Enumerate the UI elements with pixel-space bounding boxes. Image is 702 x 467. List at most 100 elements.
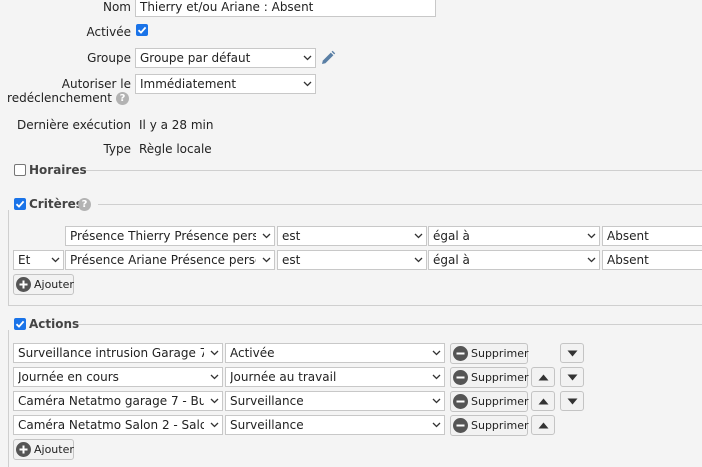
schedule-checkbox[interactable] (14, 164, 26, 176)
chevron-down-icon (428, 416, 444, 434)
triangle-up-icon (538, 422, 549, 429)
last-run-label: Dernière exécution (16, 118, 131, 132)
move-up-button[interactable] (531, 391, 555, 411)
criteria-attribute-select[interactable]: est (277, 250, 427, 270)
type-value: Règle locale (139, 142, 212, 156)
action-device-select[interactable]: Journée en cours (13, 367, 223, 387)
action-device-select[interactable]: Surveillance intrusion Garage 7 - Buande… (13, 343, 223, 363)
criteria-value-input[interactable]: Absent (602, 226, 702, 246)
name-input[interactable]: Thierry et/ou Ariane : Absent (135, 0, 436, 17)
chevron-down-icon (258, 227, 274, 245)
action-device-value: Surveillance intrusion Garage 7 - Buande… (18, 346, 204, 360)
action-delete-button[interactable]: Supprimer (450, 343, 529, 364)
action-delete-label: Supprimer (471, 419, 529, 432)
minus-circle-icon (453, 370, 468, 385)
action-value-select[interactable]: Surveillance (225, 391, 445, 411)
criteria-operator-value: égal à (433, 229, 470, 243)
type-label: Type (103, 142, 131, 156)
name-label: Nom (102, 0, 131, 14)
edit-pencil-icon[interactable] (320, 50, 336, 66)
action-device-select[interactable]: Caméra Netatmo Salon 2 - Salon (13, 415, 223, 435)
chevron-down-icon (428, 368, 444, 386)
criteria-checkbox[interactable] (14, 198, 26, 210)
criteria-connector-select[interactable]: Et (13, 250, 64, 270)
chevron-down-icon (299, 49, 315, 67)
move-down-button[interactable] (560, 343, 584, 363)
minus-circle-icon (453, 394, 468, 409)
retrigger-select-value: Immédiatement (140, 77, 237, 91)
chevron-down-icon (206, 344, 222, 362)
actions-checkbox[interactable] (14, 318, 26, 330)
move-down-button[interactable] (560, 391, 584, 411)
criteria-operator-value: égal à (433, 253, 470, 267)
chevron-down-icon (428, 344, 444, 362)
action-delete-button[interactable]: Supprimer (450, 391, 529, 412)
criteria-add-label: Ajouter (34, 278, 74, 291)
triangle-down-icon (567, 398, 578, 405)
chevron-down-icon (410, 251, 426, 269)
schedule-title: Horaires (29, 163, 87, 177)
action-value-select[interactable]: Surveillance (225, 415, 445, 435)
criteria-value-input[interactable]: Absent (602, 250, 702, 270)
retrigger-label-line1: Autoriser le (61, 77, 131, 91)
criteria-device-select[interactable]: Présence Ariane Présence personnelle (65, 250, 275, 270)
help-icon[interactable]: ? (78, 198, 91, 211)
minus-circle-icon (453, 418, 468, 433)
action-device-value: Journée en cours (18, 370, 119, 384)
check-icon (15, 200, 25, 208)
action-delete-button[interactable]: Supprimer (450, 415, 529, 436)
chevron-down-icon (428, 392, 444, 410)
criteria-attribute-value: est (282, 229, 301, 243)
group-select-value: Groupe par défaut (140, 51, 251, 65)
actions-left-border (8, 330, 9, 467)
action-value: Activée (230, 346, 275, 360)
criteria-operator-select[interactable]: égal à (428, 250, 600, 270)
group-label: Groupe (87, 51, 131, 65)
actions-title: Actions (29, 317, 80, 331)
action-delete-label: Supprimer (471, 347, 529, 360)
retrigger-select[interactable]: Immédiatement (135, 74, 316, 94)
action-device-value: Caméra Netatmo Salon 2 - Salon (18, 418, 204, 432)
action-delete-label: Supprimer (471, 395, 529, 408)
help-icon[interactable]: ? (116, 92, 129, 105)
chevron-down-icon (258, 251, 274, 269)
criteria-attribute-value: est (282, 253, 301, 267)
action-value-select[interactable]: Activée (225, 343, 445, 363)
group-select[interactable]: Groupe par défaut (135, 48, 316, 68)
actions-add-button[interactable]: Ajouter (13, 439, 74, 460)
plus-circle-icon (16, 277, 31, 292)
criteria-device-value: Présence Thierry Présence personnelle (70, 229, 256, 243)
triangle-down-icon (567, 350, 578, 357)
criteria-connector-value: Et (18, 253, 31, 267)
criteria-device-value: Présence Ariane Présence personnelle (70, 253, 256, 267)
last-run-value: Il y a 28 min (139, 118, 214, 132)
check-icon (137, 26, 147, 34)
criteria-left-border (8, 210, 9, 306)
chevron-down-icon (583, 251, 599, 269)
action-value: Surveillance (230, 394, 304, 408)
minus-circle-icon (453, 346, 468, 361)
criteria-device-select[interactable]: Présence Thierry Présence personnelle (65, 226, 275, 246)
chevron-down-icon (206, 416, 222, 434)
actions-add-label: Ajouter (34, 443, 74, 456)
chevron-down-icon (583, 227, 599, 245)
action-value: Journée au travail (230, 370, 337, 384)
move-down-button[interactable] (560, 367, 584, 387)
chevron-down-icon (206, 392, 222, 410)
action-delete-label: Supprimer (471, 371, 529, 384)
enabled-checkbox[interactable] (136, 24, 148, 36)
chevron-down-icon (47, 251, 63, 269)
criteria-operator-select[interactable]: égal à (428, 226, 600, 246)
schedule-divider (82, 170, 702, 171)
chevron-down-icon (206, 368, 222, 386)
move-up-button[interactable] (531, 367, 555, 387)
retrigger-label-line2: redéclenchement (7, 91, 112, 105)
action-delete-button[interactable]: Supprimer (450, 367, 529, 388)
move-up-button[interactable] (531, 415, 555, 435)
action-value-select[interactable]: Journée au travail (225, 367, 445, 387)
criteria-add-button[interactable]: Ajouter (13, 274, 74, 295)
action-device-select[interactable]: Caméra Netatmo garage 7 - Buanderie (13, 391, 223, 411)
triangle-up-icon (538, 398, 549, 405)
triangle-down-icon (567, 374, 578, 381)
criteria-attribute-select[interactable]: est (277, 226, 427, 246)
